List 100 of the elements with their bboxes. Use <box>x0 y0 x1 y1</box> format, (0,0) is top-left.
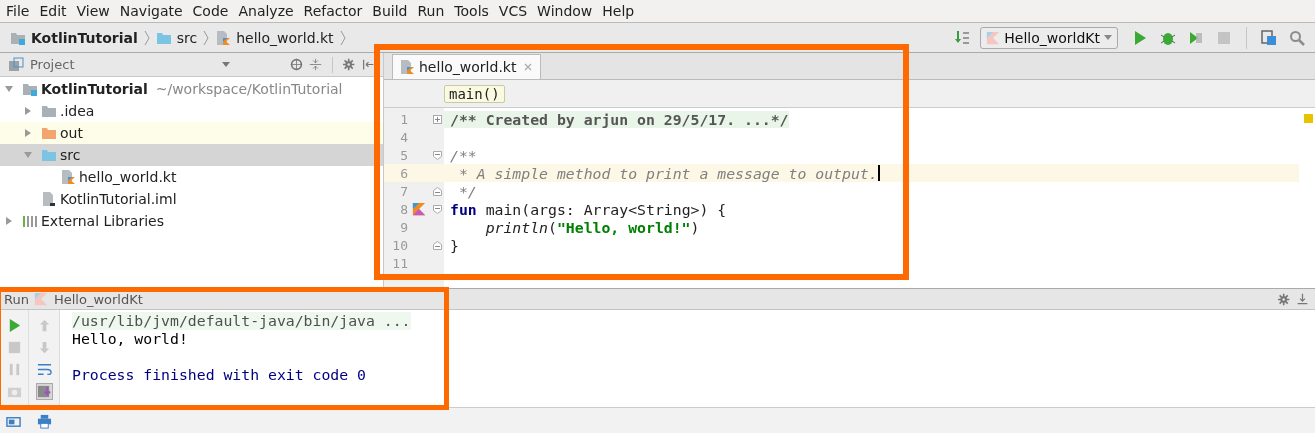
path-hint: ~/workspace/KotlinTutorial <box>155 81 343 97</box>
file-icon <box>41 191 57 207</box>
stop-icon[interactable] <box>6 340 22 355</box>
expand-arrow-icon[interactable] <box>23 106 33 116</box>
caret-icon[interactable] <box>222 62 230 67</box>
kotlin-file-icon <box>215 29 232 46</box>
breadcrumb[interactable]: main() <box>444 84 505 103</box>
fold-end-icon[interactable] <box>432 186 442 196</box>
layout-icon[interactable] <box>6 414 21 429</box>
module-icon <box>22 81 38 97</box>
caret-icon <box>1104 35 1112 40</box>
collapse-arrow-icon[interactable] <box>4 84 14 94</box>
locate-icon[interactable] <box>290 58 303 71</box>
status-marker-icon[interactable] <box>1304 114 1313 123</box>
panel-title[interactable]: Project <box>30 57 75 72</box>
editor-tab[interactable]: hello_world.kt <box>392 54 542 79</box>
menu-item[interactable]: File <box>6 3 30 19</box>
collapse-all-icon[interactable] <box>309 58 322 71</box>
code-line: /** <box>449 146 477 164</box>
run-icon[interactable] <box>1132 29 1148 46</box>
menu-item[interactable]: Navigate <box>119 3 183 19</box>
kotlin-icon <box>986 30 1001 45</box>
menu-item[interactable]: Code <box>192 3 229 19</box>
tree-item[interactable]: KotlinTutorial.iml <box>0 188 383 210</box>
line-number: 9 <box>399 219 408 235</box>
wrap-icon[interactable] <box>36 362 52 377</box>
chevron-icon <box>143 29 150 46</box>
breadcrumb[interactable]: hello_world.kt <box>236 29 334 46</box>
menu-item[interactable]: Analyze <box>238 3 294 19</box>
breadcrumb[interactable]: KotlinTutorial <box>31 29 138 46</box>
project-structure-icon[interactable] <box>1261 29 1277 46</box>
code-line: * A simple method to print a message to output. <box>457 164 878 182</box>
fold-end-icon[interactable] <box>432 240 442 250</box>
gear-icon[interactable] <box>1278 292 1291 306</box>
line-number: 8 <box>399 201 408 217</box>
tree-label: hello_world.kt <box>79 169 177 185</box>
kotlin-icon <box>33 292 48 306</box>
tree-item[interactable]: KotlinTutorial ~/workspace/KotlinTutorial <box>0 78 383 100</box>
line-number: 6 <box>399 165 408 181</box>
line-number: 10 <box>391 237 408 253</box>
menu-item[interactable]: Refactor <box>303 3 363 19</box>
menu-item[interactable]: Help <box>602 3 635 19</box>
tree-label: src <box>60 147 81 163</box>
print-icon[interactable] <box>37 414 52 429</box>
code-line: println("Hello, world!") <box>484 218 700 236</box>
folder-icon <box>41 147 57 163</box>
menu-item[interactable]: Window <box>537 3 593 19</box>
close-icon[interactable] <box>524 63 533 71</box>
tree-label: KotlinTutorial.iml <box>60 191 177 207</box>
panel-title: Run <box>4 291 29 307</box>
tree-item[interactable]: External Libraries <box>0 210 383 232</box>
menu-item[interactable]: Tools <box>454 3 489 19</box>
library-icon <box>22 213 38 229</box>
tree-label: out <box>60 125 83 141</box>
search-icon[interactable] <box>1289 29 1305 46</box>
line-number: 7 <box>399 183 408 199</box>
tree-label: .idea <box>60 103 95 119</box>
folder-icon <box>41 103 57 119</box>
collapse-fold-icon[interactable] <box>432 150 442 160</box>
folder-icon <box>41 125 57 141</box>
menu-item[interactable]: VCS <box>498 3 528 19</box>
scroll-to-end-icon[interactable] <box>36 384 52 399</box>
expand-arrow-icon[interactable] <box>4 216 14 226</box>
chevron-icon <box>339 29 346 46</box>
tree-label: KotlinTutorial <box>41 81 148 97</box>
console-line: Process finished with exit code 0 <box>72 366 367 384</box>
run-tab[interactable]: Hello_worldKt <box>53 291 143 307</box>
line-number: 1 <box>399 111 408 127</box>
kotlin-run-icon <box>412 202 426 216</box>
project-icon <box>8 56 24 73</box>
tree-label: External Libraries <box>41 213 164 229</box>
menu-item[interactable]: Run <box>417 3 445 19</box>
code-line: */ <box>457 182 477 200</box>
tree-item[interactable]: hello_world.kt <box>0 166 383 188</box>
line-number: 5 <box>399 147 408 163</box>
chevron-icon <box>203 29 210 46</box>
sort-icon[interactable] <box>954 29 971 46</box>
tree-item[interactable]: out <box>0 122 383 144</box>
gear-icon[interactable] <box>343 58 356 71</box>
line-number: 4 <box>399 129 408 145</box>
code-line: fun main(args: Array<String>) { <box>449 200 727 218</box>
kotlin-file-icon <box>60 169 76 185</box>
coverage-icon[interactable] <box>1188 29 1204 46</box>
menu-item[interactable]: View <box>76 3 110 19</box>
hide-icon[interactable] <box>362 58 375 71</box>
console-line: Hello, world! <box>72 330 189 348</box>
menu-item[interactable]: Edit <box>39 3 67 19</box>
run-config-dropdown[interactable]: Hello_worldKt <box>980 26 1118 49</box>
expand-arrow-icon[interactable] <box>23 128 33 138</box>
collapse-fold-icon[interactable] <box>432 204 442 214</box>
menu-item[interactable]: Build <box>372 3 408 19</box>
tree-item[interactable]: .idea <box>0 100 383 122</box>
line-number: 11 <box>391 255 408 271</box>
collapse-arrow-icon[interactable] <box>23 150 33 160</box>
tree-item[interactable]: src <box>0 144 383 166</box>
expand-fold-icon[interactable] <box>432 114 442 124</box>
breadcrumb[interactable]: src <box>176 29 198 46</box>
code-line: } <box>449 236 459 254</box>
download-icon[interactable] <box>1296 292 1309 306</box>
kotlin-file-icon <box>399 59 415 75</box>
